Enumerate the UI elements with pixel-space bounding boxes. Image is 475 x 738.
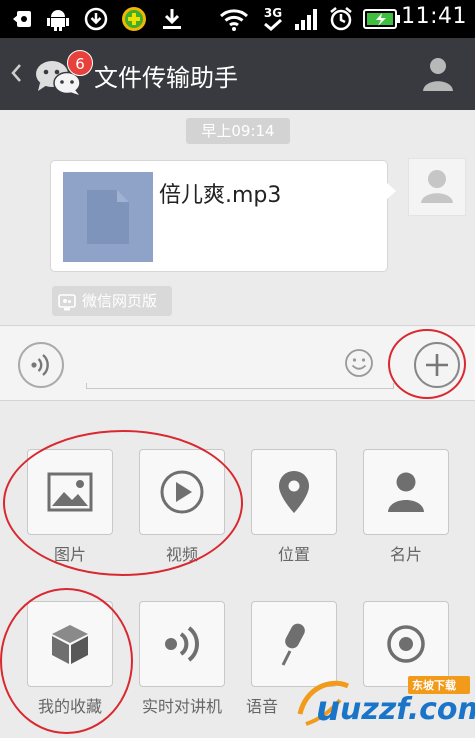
play-icon [160, 470, 204, 514]
title-bar: 6 文件传输助手 [0, 38, 475, 110]
status-clock: 11:41 [401, 4, 467, 29]
network-type-label: 3G [263, 6, 283, 20]
record-icon [387, 625, 425, 663]
signal-strength-icon [292, 6, 322, 32]
location-tile-label: 位置 [277, 545, 310, 564]
download-circle-icon [82, 6, 110, 32]
emoji-smiley-icon[interactable] [344, 348, 374, 378]
back-chevron-icon[interactable] [10, 62, 22, 90]
page-title: 文件传输助手 [94, 64, 238, 92]
message-timestamp: 早上09:14 [186, 118, 290, 144]
file-message-bubble[interactable]: 倍儿爽.mp3 [50, 160, 388, 272]
image-tile[interactable] [27, 449, 113, 535]
file-thumbnail [63, 172, 153, 262]
location-tile[interactable] [251, 449, 337, 535]
walkie-talkie-tile[interactable] [139, 601, 225, 687]
contact-card-tile-label: 名片 [389, 545, 422, 564]
location-pin-icon [279, 471, 309, 513]
image-icon [47, 472, 93, 512]
favorites-tile-label: 我的收藏 [37, 697, 102, 716]
svg-text:u: u [316, 689, 340, 729]
wifi-icon [218, 6, 250, 32]
battery-charging-icon [362, 6, 402, 32]
site-watermark: u 东坡下载 uzzf.com [296, 670, 475, 734]
watermark-text: uzzf.com [340, 692, 475, 727]
download-tray-icon [158, 6, 186, 32]
more-options-plus-button[interactable] [414, 342, 460, 388]
bubble-tail [386, 182, 396, 200]
video-tile[interactable] [139, 449, 225, 535]
wechat-web-status-chip[interactable]: 微信网页版 [52, 286, 172, 316]
default-avatar-icon [409, 159, 465, 215]
sound-wave-icon [31, 354, 49, 376]
monitor-chat-icon [58, 292, 76, 311]
walkie-talkie-icon [165, 626, 199, 662]
wechat-web-label: 微信网页版 [82, 292, 158, 310]
unread-badge: 6 [67, 50, 93, 76]
walkie-talkie-tile-label: 实时对讲机 [141, 697, 222, 716]
android-debug-icon [44, 6, 72, 32]
voice-input-tile-label: 语音 [245, 697, 278, 716]
usb-back-icon [8, 6, 36, 32]
voice-mode-button[interactable] [18, 342, 64, 388]
message-text-input[interactable] [86, 383, 394, 389]
app-store-plus-icon [120, 6, 148, 32]
chat-message-area[interactable]: 早上09:14 倍儿爽.mp3 微信网页版 [0, 110, 475, 325]
favorites-tile[interactable] [27, 601, 113, 687]
status-bar: 3G 11:41 [0, 0, 475, 38]
video-tile-label: 视频 [165, 545, 198, 564]
contact-card-icon [388, 472, 424, 512]
message-input-bar [0, 325, 475, 401]
chat-info-person-icon[interactable] [421, 56, 455, 92]
document-icon [87, 190, 129, 244]
alarm-clock-icon [326, 6, 356, 32]
watermark-tag: 东坡下载 [412, 679, 456, 692]
network-type-icon: 3G [256, 6, 290, 32]
image-tile-label: 图片 [53, 545, 86, 564]
cube-icon [52, 625, 88, 664]
avatar[interactable] [408, 158, 466, 216]
file-name: 倍儿爽.mp3 [159, 183, 282, 208]
plus-icon [426, 354, 448, 376]
wechat-chat-screen: 3G 11:41 6 文件传输助手 早上09:14 倍儿爽.mp3 微信网页版 … [0, 0, 475, 738]
contact-card-tile[interactable] [363, 449, 449, 535]
microphone-icon [281, 623, 305, 666]
